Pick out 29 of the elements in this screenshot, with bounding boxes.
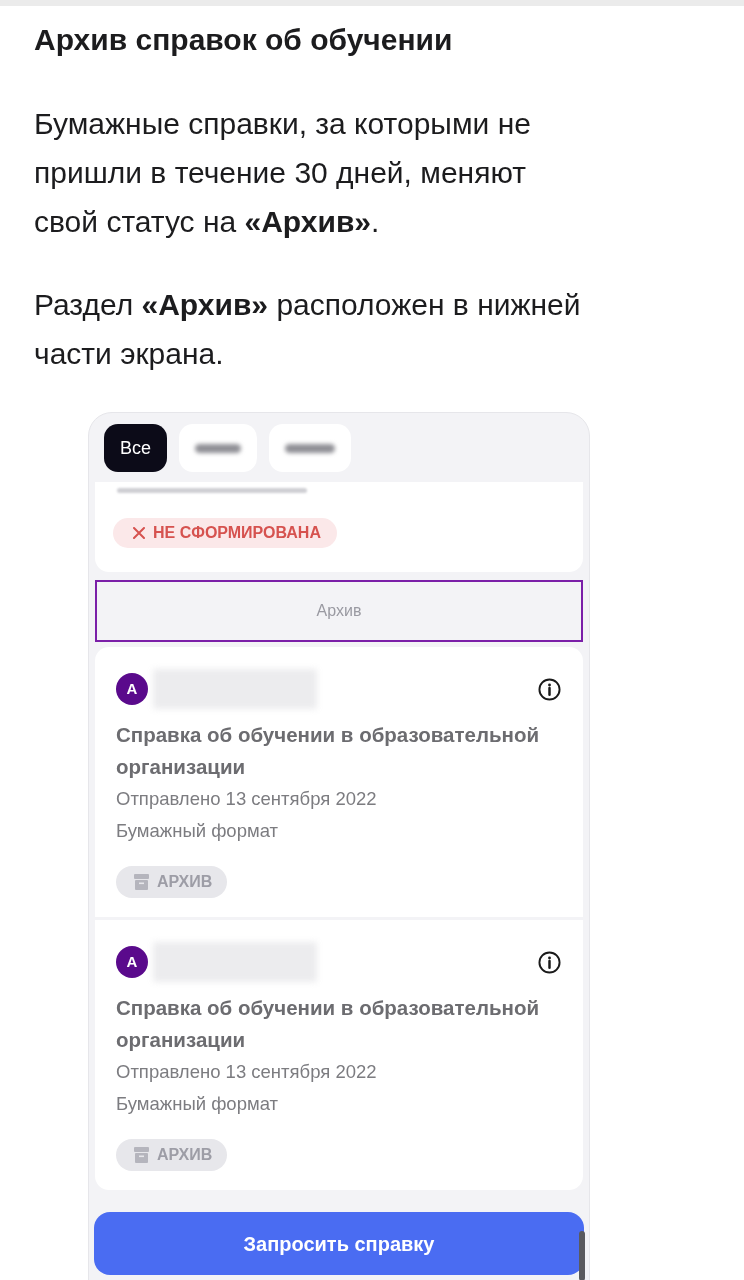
document-card[interactable]: А Справка об обучении в образовательной организации Отправлено 13 сентября 2022 Бумажный формат АРХИВ bbox=[95, 920, 583, 1190]
document-title: Справка об обучении в образовательной организации bbox=[116, 722, 540, 780]
archive-label: АРХИВ bbox=[157, 1145, 213, 1165]
archive-box-icon bbox=[134, 874, 149, 890]
filter-tab[interactable] bbox=[269, 424, 352, 472]
info-icon[interactable] bbox=[538, 677, 561, 701]
info-icon[interactable] bbox=[538, 950, 561, 974]
close-icon bbox=[133, 527, 145, 539]
status-label: НЕ СФОРМИРОВАНА bbox=[153, 523, 321, 543]
scrollbar-thumb bbox=[579, 1231, 585, 1280]
document-title: Справка об обучении в образовательной организации bbox=[116, 995, 540, 1053]
paragraph: Раздел «Архив» расположен в нижней части экрана. bbox=[34, 287, 582, 372]
archive-box-icon bbox=[134, 1147, 149, 1163]
article-heading: Архив справок об обучении bbox=[34, 22, 454, 57]
blurred-label bbox=[285, 443, 336, 453]
format-label: Бумажный формат bbox=[116, 1092, 280, 1116]
sent-date: Отправлено 13 сентября 2022 bbox=[116, 787, 378, 811]
avatar: А bbox=[116, 673, 148, 705]
document-card[interactable]: А Справка об обучении в образовательной организации Отправлено 13 сентября 2022 Бумажный формат АРХИВ bbox=[95, 647, 583, 917]
paragraph: Бумажные справки, за которыми не пришли в течение 30 дней, меняют свой статус на «Архив». bbox=[34, 106, 532, 240]
archive-label: АРХИВ bbox=[157, 872, 213, 892]
filter-tab[interactable] bbox=[179, 424, 258, 472]
avatar: А bbox=[116, 946, 148, 978]
format-label: Бумажный формат bbox=[116, 819, 280, 843]
request-button[interactable]: Запросить справку bbox=[94, 1212, 584, 1275]
blurred-label bbox=[195, 443, 242, 453]
sent-date: Отправлено 13 сентября 2022 bbox=[116, 1060, 378, 1084]
filter-tab[interactable]: Все bbox=[104, 424, 168, 472]
section-header: Архив bbox=[95, 580, 583, 642]
